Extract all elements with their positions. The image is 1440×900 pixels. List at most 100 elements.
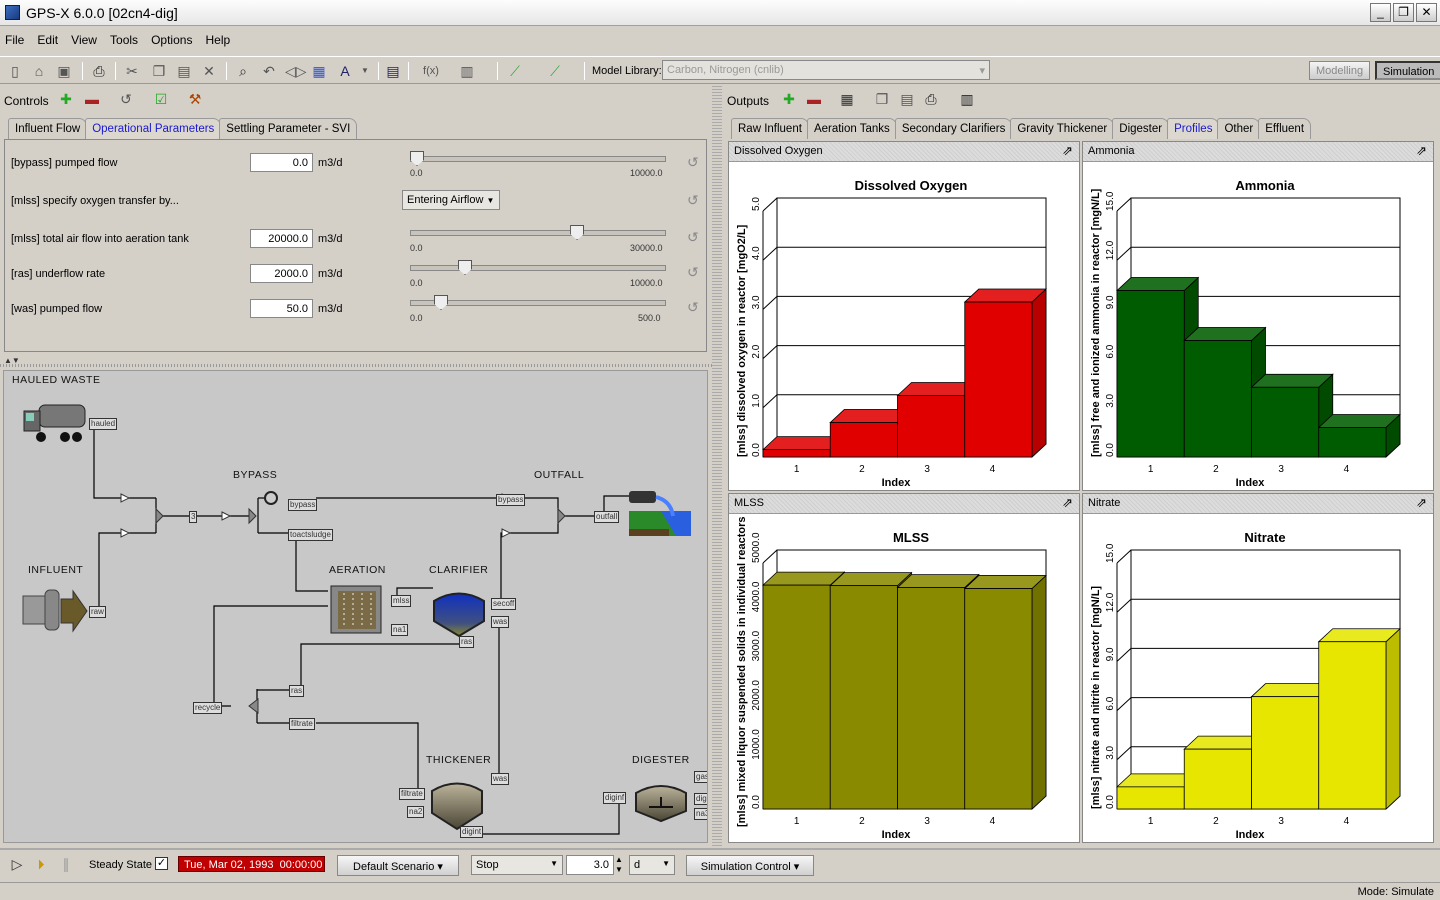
- duration-stepper[interactable]: ▲ ▼: [615, 855, 623, 875]
- modelling-mode-button[interactable]: Modelling: [1309, 61, 1371, 80]
- step-icon[interactable]: ⏵: [32, 855, 50, 873]
- tab-profiles[interactable]: Profiles: [1167, 118, 1220, 139]
- duration-input[interactable]: 3.0: [566, 855, 614, 875]
- undo-icon[interactable]: ↶: [260, 62, 278, 80]
- reset-icon[interactable]: ↺: [687, 264, 699, 281]
- stream-tag[interactable]: toactsludge: [288, 529, 333, 541]
- expand-icon[interactable]: ⇗: [1062, 143, 1073, 159]
- close-button[interactable]: ✕: [1416, 3, 1437, 22]
- play-icon[interactable]: ▷: [8, 855, 26, 873]
- font-dropdown-icon[interactable]: ▼: [356, 62, 374, 80]
- zoom-icon[interactable]: ⌕: [234, 62, 252, 80]
- expand-icon[interactable]: ⇗: [1416, 495, 1427, 511]
- notes-icon[interactable]: ▤: [384, 62, 402, 80]
- stream-tag[interactable]: bypass: [496, 494, 526, 506]
- steady-state-checkbox[interactable]: ✓: [155, 857, 168, 870]
- tab-aeration-tanks[interactable]: Aeration Tanks: [806, 118, 897, 139]
- stream-tag[interactable]: diginf: [603, 792, 627, 804]
- slider-thumb[interactable]: [410, 151, 424, 166]
- copy-output-icon[interactable]: ❐: [873, 90, 891, 108]
- reset-icon[interactable]: ↺: [687, 229, 699, 246]
- reset-icon[interactable]: ↺: [687, 192, 699, 209]
- plant-controls-icon[interactable]: ⚒: [186, 90, 204, 108]
- font-icon[interactable]: A: [336, 62, 354, 80]
- stream-tag[interactable]: filtrate: [399, 788, 425, 800]
- tab-influent-flow[interactable]: Influent Flow: [8, 118, 88, 139]
- expand-icon[interactable]: ⇗: [1062, 495, 1073, 511]
- stream-tag[interactable]: was: [491, 616, 510, 628]
- print-icon[interactable]: ⎙: [90, 62, 108, 80]
- bypass-flow-input[interactable]: 0.0: [250, 153, 313, 172]
- stream-tag[interactable]: outfall: [594, 511, 620, 523]
- select-controls-icon[interactable]: ☑: [152, 90, 170, 108]
- slider-thumb[interactable]: [458, 260, 472, 275]
- simulation-control-dropdown[interactable]: Simulation Control ▾: [686, 855, 814, 876]
- tab-effluent[interactable]: Effluent: [1258, 118, 1312, 139]
- grid-icon[interactable]: ▦: [310, 62, 328, 80]
- stream-tag[interactable]: secoff: [491, 598, 517, 610]
- tab-operational-parameters[interactable]: Operational Parameters: [85, 118, 222, 139]
- air-flow-input[interactable]: 20000.0: [250, 229, 313, 248]
- restore-button[interactable]: ❐: [1393, 3, 1414, 22]
- simulation-mode-button[interactable]: Simulation: [1375, 61, 1440, 80]
- vertical-splitter[interactable]: [712, 86, 722, 846]
- stream-tag[interactable]: raw: [89, 606, 106, 618]
- stream-tag[interactable]: bypass: [288, 499, 318, 511]
- stream-tag[interactable]: na2: [407, 806, 425, 818]
- flip-icon[interactable]: ◁▷: [285, 62, 307, 80]
- tab-gravity-thickener[interactable]: Gravity Thickener: [1010, 118, 1115, 139]
- tab-secondary-clarifiers[interactable]: Secondary Clarifiers: [894, 118, 1013, 139]
- stream-tag[interactable]: na3: [694, 808, 707, 820]
- stream-tag[interactable]: filtrate: [289, 718, 315, 730]
- stream-tag[interactable]: digeff: [694, 793, 707, 805]
- chart-type-icon[interactable]: ▥: [458, 62, 476, 80]
- menu-help[interactable]: Help: [201, 30, 236, 47]
- copy-icon[interactable]: ❐: [150, 62, 168, 80]
- function-button[interactable]: f(x): [416, 62, 446, 80]
- cut-icon[interactable]: ✂: [123, 62, 141, 80]
- xy-chart-icon[interactable]: ⟋: [546, 62, 564, 80]
- add-control-icon[interactable]: ✚: [57, 90, 75, 108]
- reset-all-icon[interactable]: ↺: [117, 90, 135, 108]
- menu-edit[interactable]: Edit: [32, 30, 63, 47]
- menu-options[interactable]: Options: [146, 30, 197, 47]
- stream-tag[interactable]: na1: [391, 624, 409, 636]
- horizontal-splitter[interactable]: [0, 364, 712, 367]
- paste-output-icon[interactable]: ▤: [898, 90, 916, 108]
- stream-tag[interactable]: recycle: [193, 702, 223, 714]
- stream-tag[interactable]: ras: [459, 636, 475, 648]
- slider-thumb[interactable]: [434, 295, 448, 310]
- stream-tag[interactable]: mlss: [391, 595, 412, 607]
- stream-tag[interactable]: hauled: [89, 418, 118, 430]
- tab-other[interactable]: Other: [1217, 118, 1261, 139]
- reset-icon[interactable]: ↺: [687, 299, 699, 316]
- tab-raw-influent[interactable]: Raw Influent: [731, 118, 809, 139]
- minimize-button[interactable]: _: [1370, 3, 1391, 22]
- menu-view[interactable]: View: [66, 30, 102, 47]
- scenario-dropdown[interactable]: Default Scenario ▾: [337, 855, 459, 876]
- menu-tools[interactable]: Tools: [105, 30, 143, 47]
- stream-tag[interactable]: 3: [189, 511, 198, 523]
- stream-tag[interactable]: ras: [289, 685, 305, 697]
- add-output-icon[interactable]: ✚: [780, 90, 798, 108]
- air-flow-slider[interactable]: [410, 225, 666, 240]
- save-icon[interactable]: ▣: [55, 62, 73, 80]
- was-flow-slider[interactable]: [410, 295, 666, 310]
- pause-icon[interactable]: ∥: [57, 855, 75, 873]
- stream-tag[interactable]: digint: [460, 826, 484, 838]
- tab-settling-parameter[interactable]: Settling Parameter - SVI: [219, 118, 358, 139]
- paste-icon[interactable]: ▤: [175, 62, 193, 80]
- print-output-icon[interactable]: ⎙: [922, 90, 940, 108]
- stop-condition-select[interactable]: Stop ▼: [471, 855, 563, 875]
- ras-rate-slider[interactable]: [410, 260, 666, 275]
- expand-icon[interactable]: ⇗: [1416, 143, 1427, 159]
- ras-rate-input[interactable]: 2000.0: [250, 264, 313, 283]
- slider-thumb[interactable]: [570, 225, 585, 240]
- reset-icon[interactable]: ↺: [687, 154, 699, 171]
- line-chart-icon[interactable]: ⟋: [506, 62, 524, 80]
- time-unit-select[interactable]: d ▼: [629, 855, 675, 875]
- bypass-flow-slider[interactable]: [410, 151, 666, 166]
- flowsheet-canvas[interactable]: HAULED WASTE INFLUENT BYPASS OUTFALL AER…: [3, 370, 708, 843]
- remove-output-icon[interactable]: ▬: [805, 90, 823, 108]
- delete-icon[interactable]: ✕: [200, 62, 218, 80]
